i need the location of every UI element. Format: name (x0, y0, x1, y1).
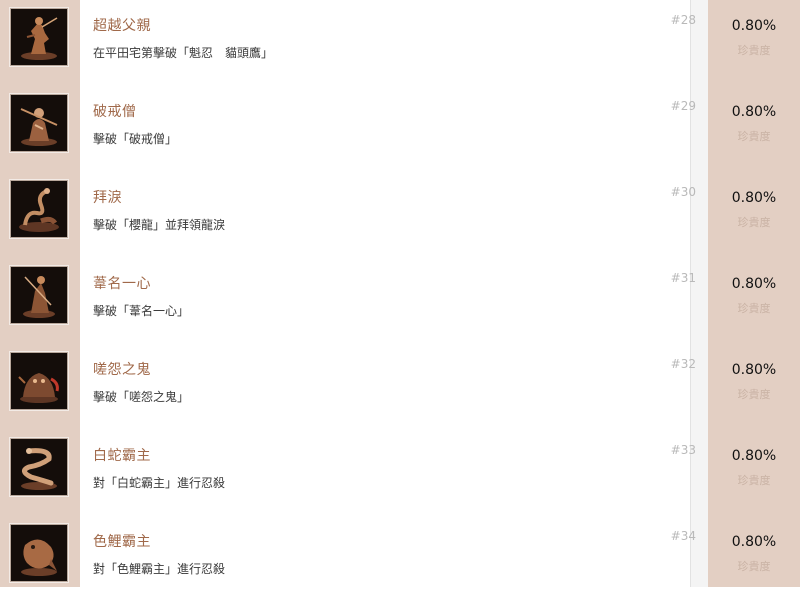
unlock-percentage: 0.80% (731, 534, 777, 550)
achievement-row: 色鯉霸主 對「色鯉霸主」進行忍殺 #34 0.80% 珍貴度 (0, 516, 800, 602)
achievement-title[interactable]: 超越父親 (93, 15, 151, 35)
rarity-label: 珍貴度 (737, 130, 771, 143)
unlock-percentage: 0.80% (731, 362, 777, 378)
unlock-percentage: 0.80% (731, 18, 777, 34)
rarity-label: 珍貴度 (737, 302, 771, 315)
achievement-rank: #32 (670, 357, 696, 371)
unlock-percentage: 0.80% (731, 448, 777, 464)
rarity-label: 珍貴度 (737, 474, 771, 487)
achievement-rank: #34 (670, 529, 696, 543)
achievement-title[interactable]: 白蛇霸主 (93, 445, 151, 465)
swordsman-statue-icon[interactable] (10, 266, 68, 324)
serpent-statue-icon[interactable] (10, 438, 68, 496)
rarity-label: 珍貴度 (737, 560, 771, 573)
achievement-row: 破戒僧 擊破「破戒僧」 #29 0.80% 珍貴度 (0, 86, 800, 172)
achievement-description: 擊破「破戒僧」 (93, 132, 178, 146)
warrior-statue-icon[interactable] (10, 8, 68, 66)
achievement-title[interactable]: 破戒僧 (93, 101, 137, 121)
achievement-description: 擊破「櫻龍」並拜領龍淚 (93, 218, 226, 232)
achievement-rank: #33 (670, 443, 696, 457)
achievement-description: 對「白蛇霸主」進行忍殺 (93, 476, 226, 490)
achievement-row: 嗟怨之鬼 擊破「嗟怨之鬼」 #32 0.80% 珍貴度 (0, 344, 800, 430)
achievement-description: 擊破「葦名一心」 (93, 304, 190, 318)
achievement-description: 對「色鯉霸主」進行忍殺 (93, 562, 226, 576)
achievement-rank: #31 (670, 271, 696, 285)
achievement-rank: #28 (670, 13, 696, 27)
achievement-rank: #29 (670, 99, 696, 113)
monk-statue-icon[interactable] (10, 94, 68, 152)
demon-statue-icon[interactable] (10, 352, 68, 410)
achievement-row: 葦名一心 擊破「葦名一心」 #31 0.80% 珍貴度 (0, 258, 800, 344)
achievement-description: 擊破「嗟怨之鬼」 (93, 390, 190, 404)
unlock-percentage: 0.80% (731, 276, 777, 292)
achievement-description: 在平田宅第擊破「魁忍 貓頭鷹」 (93, 46, 274, 60)
rarity-label: 珍貴度 (737, 216, 771, 229)
achievement-row: 白蛇霸主 對「白蛇霸主」進行忍殺 #33 0.80% 珍貴度 (0, 430, 800, 516)
achievement-row: 拜淚 擊破「櫻龍」並拜領龍淚 #30 0.80% 珍貴度 (0, 172, 800, 258)
achievement-row: 超越父親 在平田宅第擊破「魁忍 貓頭鷹」 #28 0.80% 珍貴度 (0, 0, 800, 86)
rarity-label: 珍貴度 (737, 388, 771, 401)
carp-statue-icon[interactable] (10, 524, 68, 582)
achievement-rank: #30 (670, 185, 696, 199)
achievement-title[interactable]: 拜淚 (93, 187, 122, 207)
rarity-label: 珍貴度 (737, 44, 771, 57)
achievement-title[interactable]: 嗟怨之鬼 (93, 359, 151, 379)
unlock-percentage: 0.80% (731, 104, 777, 120)
unlock-percentage: 0.80% (731, 190, 777, 206)
achievement-title[interactable]: 葦名一心 (93, 273, 151, 293)
achievement-title[interactable]: 色鯉霸主 (93, 531, 151, 551)
dragon-statue-icon[interactable] (10, 180, 68, 238)
